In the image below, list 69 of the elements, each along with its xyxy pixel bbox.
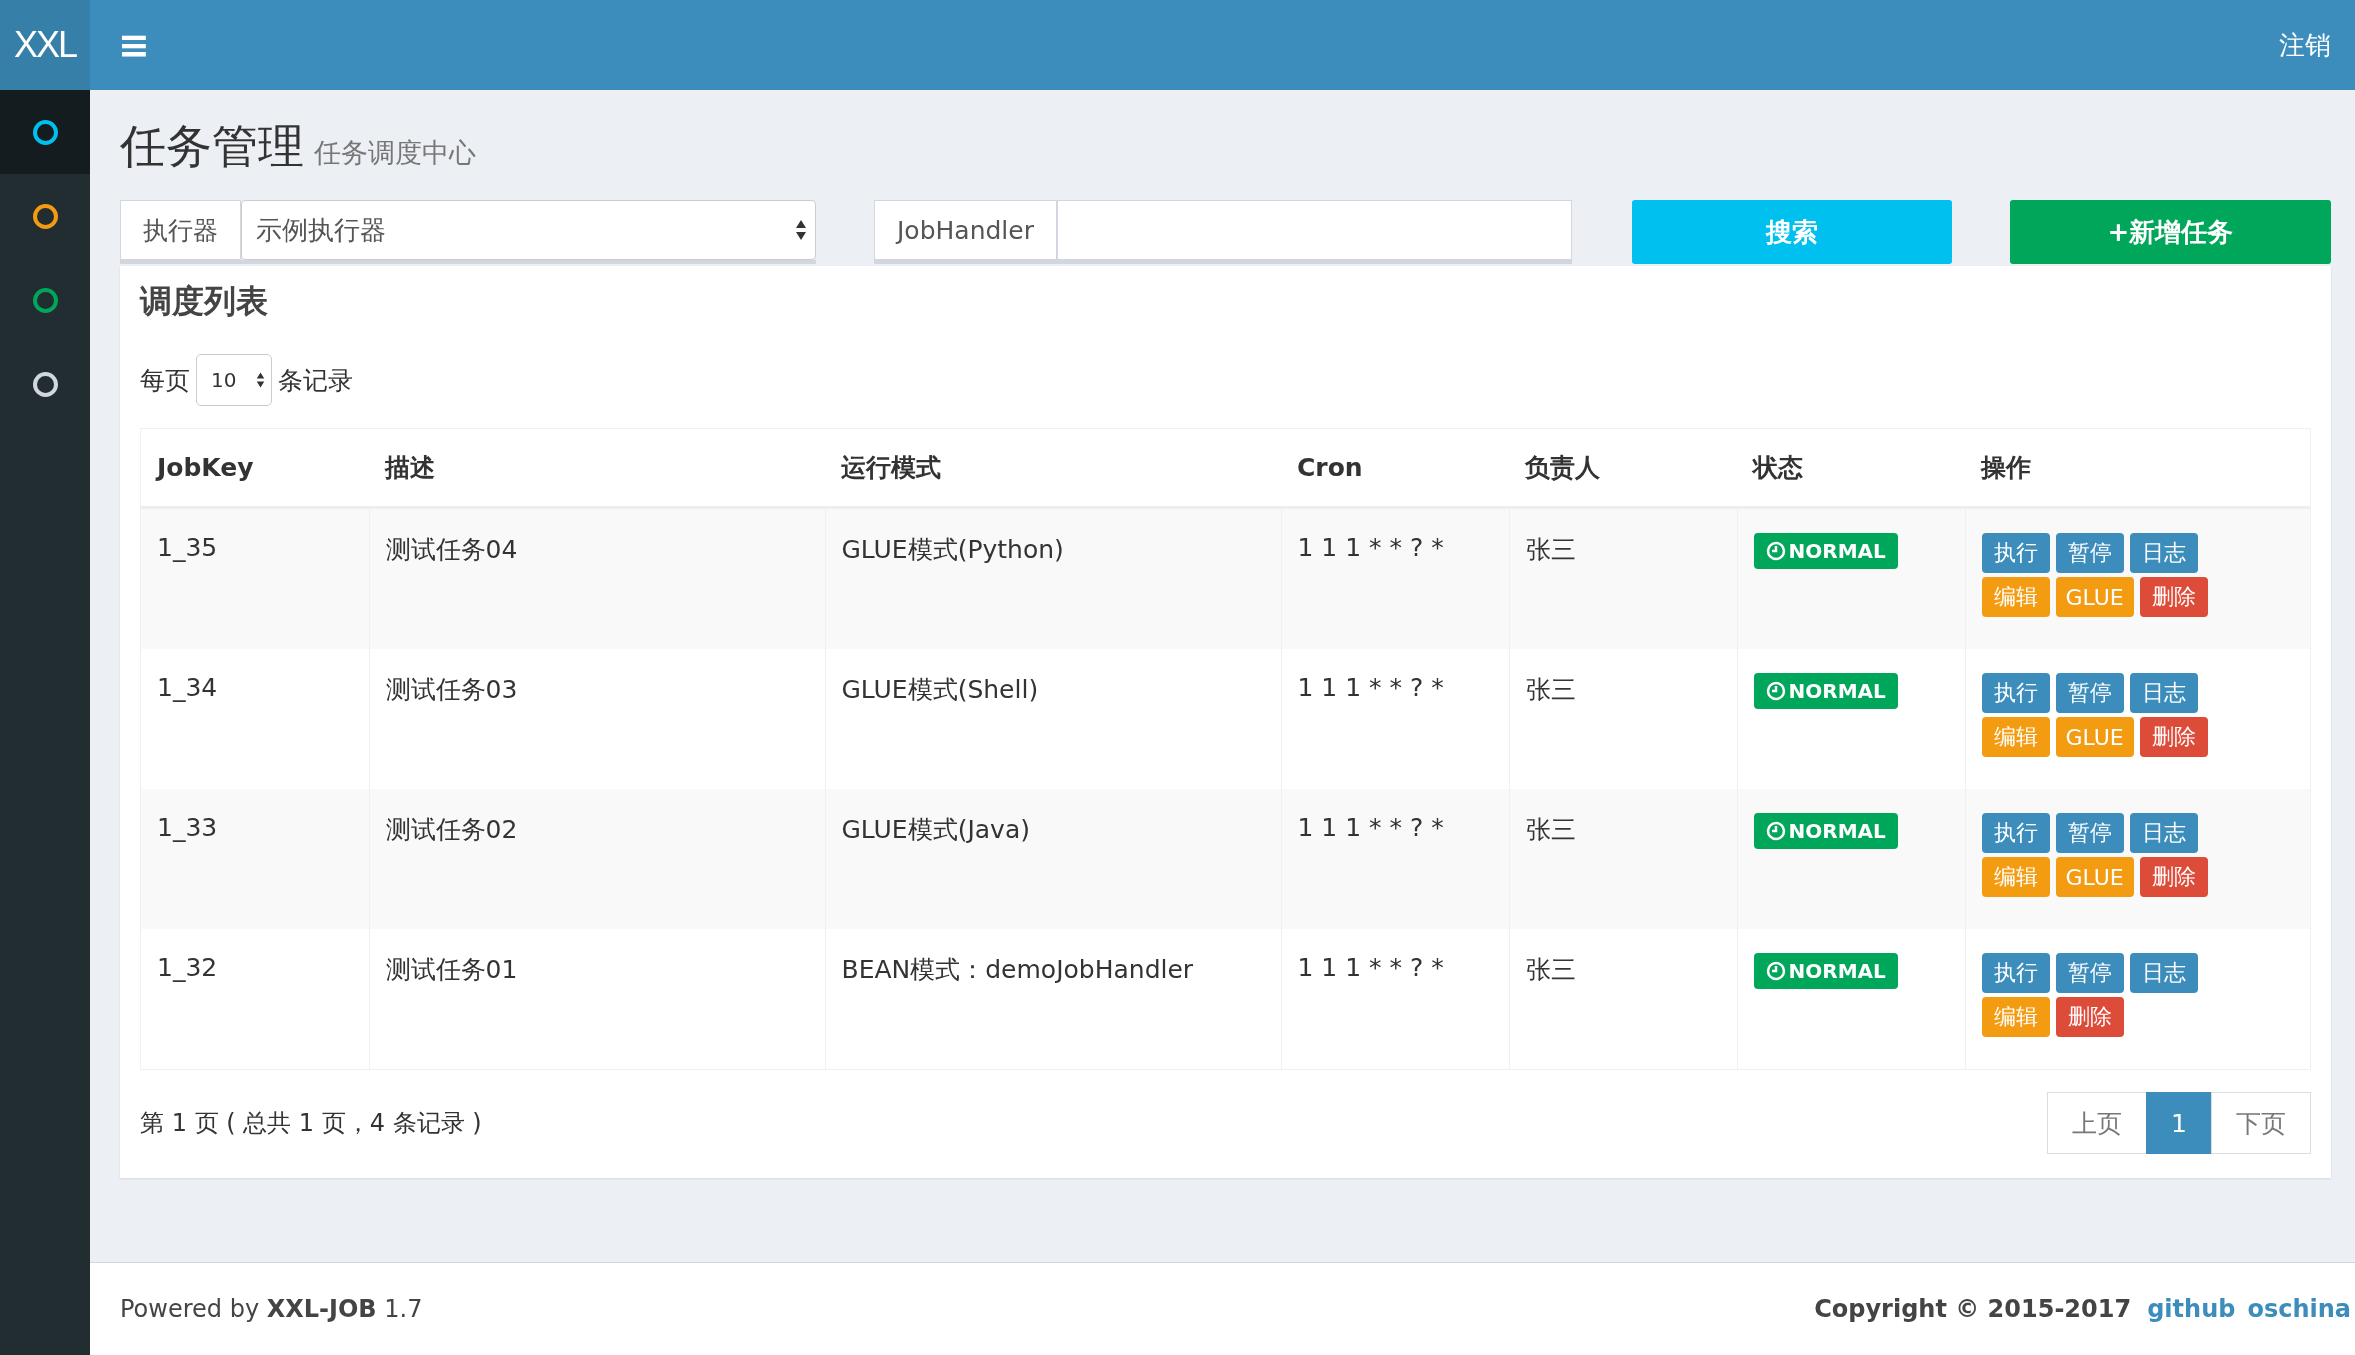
- action-button[interactable]: GLUE: [2055, 577, 2134, 617]
- status-badge: NORMAL: [1753, 673, 1898, 709]
- table-cell: 张三: [1509, 789, 1737, 929]
- add-task-button[interactable]: +新增任务: [2010, 200, 2331, 264]
- list-title: 调度列表: [140, 281, 269, 322]
- action-button[interactable]: GLUE: [2055, 717, 2134, 757]
- executor-select[interactable]: 示例执行器: [241, 200, 816, 260]
- action-button[interactable]: 日志: [2129, 533, 2198, 573]
- powered-by-text: Powered by XXL-JOB 1.7: [120, 1295, 423, 1323]
- action-button[interactable]: 编辑: [1981, 717, 2050, 757]
- action-button[interactable]: 执行: [1981, 673, 2050, 713]
- page-button[interactable]: 1: [2146, 1092, 2212, 1154]
- action-button[interactable]: 日志: [2129, 673, 2198, 713]
- footer-link[interactable]: github: [2147, 1295, 2236, 1323]
- table-cell: 测试任务01: [369, 929, 825, 1070]
- page-button[interactable]: 下页: [2211, 1092, 2311, 1154]
- page-subtitle: 任务调度中心: [314, 136, 476, 170]
- action-button[interactable]: 删除: [2139, 577, 2208, 617]
- table-cell: 张三: [1509, 507, 1737, 649]
- action-button[interactable]: 暂停: [2055, 673, 2124, 713]
- search-button[interactable]: 搜索: [1632, 200, 1952, 264]
- table-cell: GLUE模式(Java): [825, 789, 1281, 929]
- table-cell: 1_32: [140, 929, 369, 1070]
- executor-label: 执行器: [120, 200, 241, 260]
- action-button[interactable]: 执行: [1981, 533, 2050, 573]
- sort-icon: [795, 219, 807, 241]
- action-button[interactable]: 删除: [2139, 717, 2208, 757]
- status-badge: NORMAL: [1753, 813, 1898, 849]
- status-badge: NORMAL: [1753, 533, 1898, 569]
- table-cell: 1 1 1 * * ? *: [1281, 789, 1509, 929]
- table-cell: 测试任务02: [369, 789, 825, 929]
- page-button[interactable]: 上页: [2047, 1092, 2148, 1154]
- action-button[interactable]: 日志: [2129, 953, 2198, 993]
- per-page-select[interactable]: 10: [196, 354, 272, 406]
- per-page-label: 每页: [140, 364, 190, 397]
- action-button[interactable]: 编辑: [1981, 577, 2050, 617]
- table-cell: 1 1 1 * * ? *: [1281, 929, 1509, 1070]
- logo[interactable]: XXL: [0, 0, 90, 90]
- sidebar-item[interactable]: [0, 90, 90, 174]
- action-button[interactable]: 执行: [1981, 813, 2050, 853]
- table-cell: 张三: [1509, 929, 1737, 1070]
- action-button[interactable]: 日志: [2129, 813, 2198, 853]
- action-button[interactable]: 暂停: [2055, 533, 2124, 573]
- action-button[interactable]: 删除: [2139, 857, 2208, 897]
- records-label: 条记录: [278, 364, 353, 397]
- menu-icon[interactable]: ≡: [118, 23, 150, 67]
- page-title: 任务管理: [120, 118, 304, 175]
- table-cell: BEAN模式：demoJobHandler: [825, 929, 1281, 1070]
- action-button[interactable]: 编辑: [1981, 857, 2050, 897]
- footer-link[interactable]: oschina: [2247, 1295, 2351, 1323]
- table-cell: 1 1 1 * * ? *: [1281, 507, 1509, 649]
- table-cell: 1_34: [140, 649, 369, 789]
- page-summary: 第 1 页 ( 总共 1 页，4 条记录 ): [140, 1108, 482, 1139]
- status-badge: NORMAL: [1753, 953, 1898, 989]
- action-button[interactable]: 执行: [1981, 953, 2050, 993]
- action-button[interactable]: 暂停: [2055, 813, 2124, 853]
- action-button[interactable]: 删除: [2055, 997, 2124, 1037]
- jobhandler-input[interactable]: [1057, 200, 1572, 260]
- logout-link[interactable]: 注销: [2279, 27, 2331, 63]
- table-cell: 1_33: [140, 789, 369, 929]
- table-cell: 测试任务04: [369, 507, 825, 649]
- copyright-text: Copyright © 2015-2017: [1814, 1295, 2132, 1323]
- action-button[interactable]: 暂停: [2055, 953, 2124, 993]
- sort-icon: [256, 371, 265, 389]
- table-cell: 1_35: [140, 507, 369, 649]
- action-button[interactable]: GLUE: [2055, 857, 2134, 897]
- table-cell: GLUE模式(Python): [825, 507, 1281, 649]
- jobhandler-label: JobHandler: [874, 200, 1057, 260]
- action-button[interactable]: 编辑: [1981, 997, 2050, 1037]
